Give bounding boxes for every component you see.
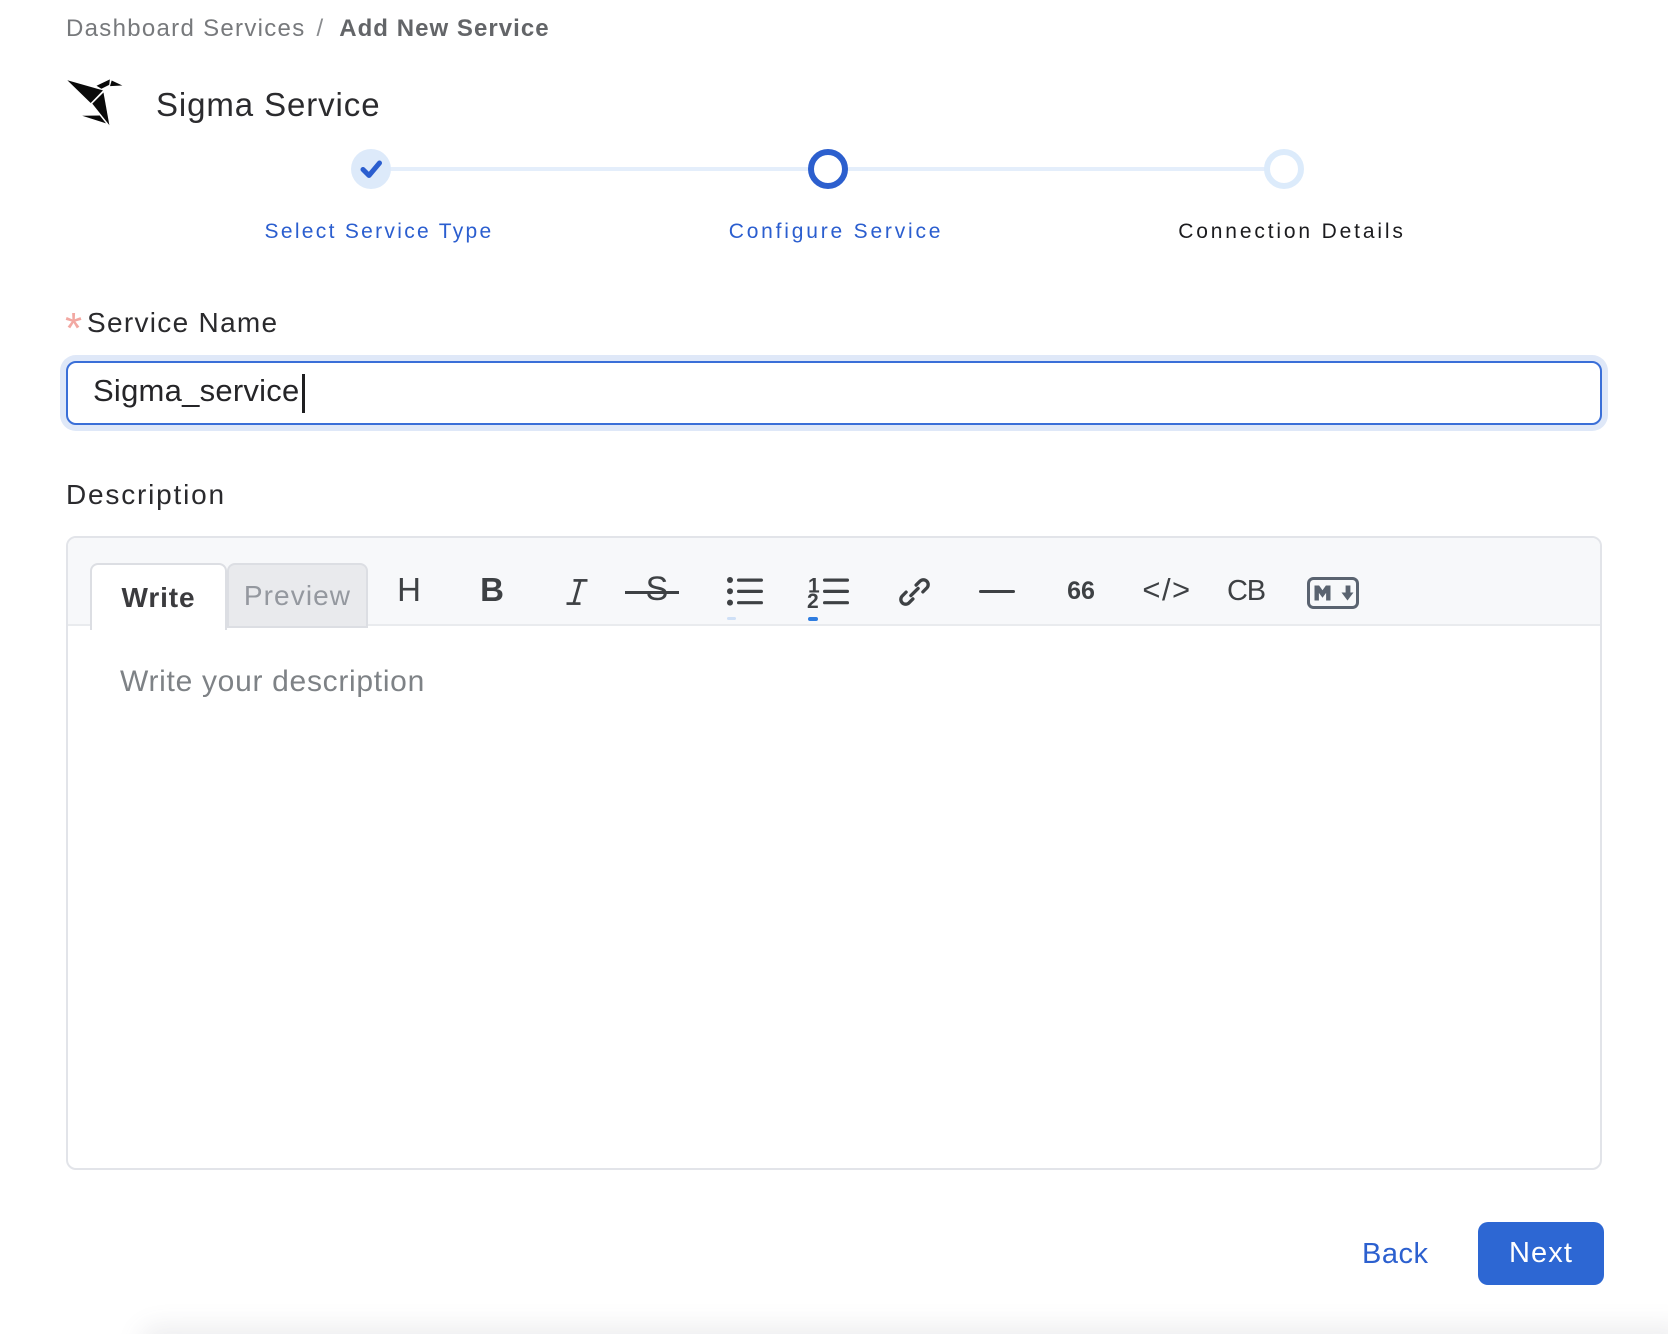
- svg-text:2: 2: [807, 590, 819, 610]
